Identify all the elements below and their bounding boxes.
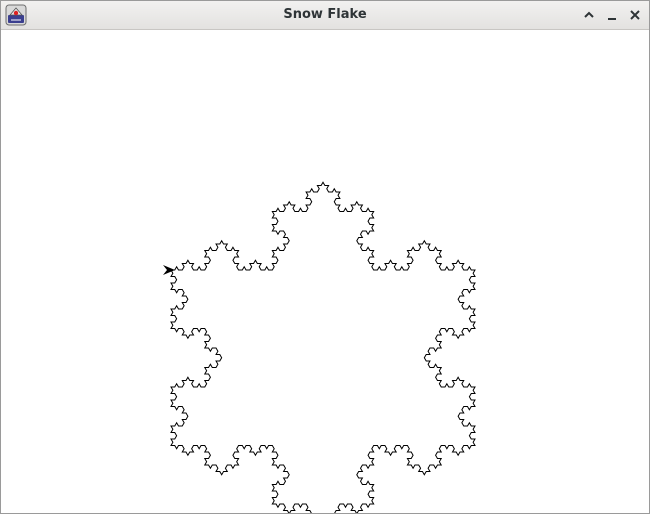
maximize-button[interactable] <box>579 5 599 25</box>
title-bar[interactable]: Snow Flake <box>1 1 649 30</box>
window-title: Snow Flake <box>283 7 367 22</box>
app-window: Snow Flake <box>0 0 650 514</box>
koch-snowflake-path <box>170 181 476 513</box>
close-icon <box>630 10 640 20</box>
close-button[interactable] <box>625 5 645 25</box>
chevron-up-icon <box>584 11 594 18</box>
drawing-canvas[interactable] <box>1 30 649 513</box>
snowflake-drawing <box>163 181 476 513</box>
minimize-button[interactable] <box>602 5 622 25</box>
minimize-icon <box>608 18 616 20</box>
